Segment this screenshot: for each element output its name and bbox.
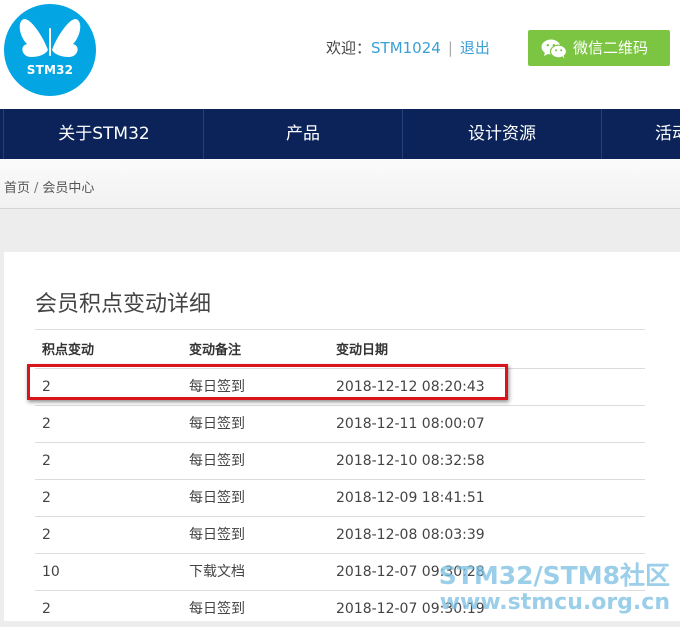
breadcrumb-bar: 首页 / 会员中心 <box>0 159 680 209</box>
breadcrumb-separator: / <box>34 181 39 196</box>
note-cell: 每日签到 <box>189 453 245 469</box>
table-header-row: 积点变动 变动备注 变动日期 <box>35 329 645 368</box>
note-cell: 下载文档 <box>189 564 245 580</box>
table-row: 2 每日签到 2018-12-08 08:03:39 <box>35 516 645 553</box>
watermark-line-1: STM32/STM8社区 <box>438 561 670 590</box>
breadcrumb: 首页 / 会员中心 <box>4 177 94 196</box>
stm32-logo[interactable]: STM32 <box>4 4 96 96</box>
butterfly-logo-icon <box>19 18 81 57</box>
points-cell: 2 <box>42 379 51 395</box>
wechat-qrcode-button[interactable]: 微信二维码 <box>528 30 670 66</box>
wechat-icon <box>541 39 567 59</box>
note-cell: 每日签到 <box>189 601 245 617</box>
table-row: 2 每日签到 2018-12-12 08:20:43 <box>35 368 645 405</box>
points-cell: 2 <box>42 601 51 617</box>
points-cell: 2 <box>42 453 51 469</box>
points-cell: 2 <box>42 527 51 543</box>
column-header-points: 积点变动 <box>42 343 95 358</box>
user-bar: 欢迎：STM1024 | 退出 <box>326 38 490 58</box>
table-row: 2 每日签到 2018-12-11 08:00:07 <box>35 405 645 442</box>
page-title: 会员积点变动详细 <box>35 292 212 317</box>
breadcrumb-current: 会员中心 <box>42 181 95 196</box>
note-cell: 每日签到 <box>189 490 245 506</box>
username-link[interactable]: STM1024 <box>371 39 441 57</box>
main-nav: 关于STM32 产品 设计资源 活动 <box>0 109 680 159</box>
nav-item-about[interactable]: 关于STM32 <box>5 109 204 159</box>
logout-link[interactable]: 退出 <box>460 39 490 57</box>
user-bar-separator: | <box>447 39 453 57</box>
site-watermark: STM32/STM8社区 www.stmcu.org.cn <box>439 562 670 616</box>
breadcrumb-home-link[interactable]: 首页 <box>4 181 30 196</box>
date-cell: 2018-12-11 08:00:07 <box>336 416 485 432</box>
column-header-note: 变动备注 <box>189 343 242 358</box>
wechat-button-label: 微信二维码 <box>573 39 649 57</box>
site-header: STM32 欢迎：STM1024 | 退出 微信二维码 <box>0 0 680 109</box>
watermark-line-2: www.stmcu.org.cn <box>439 590 670 615</box>
nav-item-events[interactable]: 活动 <box>602 109 680 159</box>
points-cell: 10 <box>42 564 60 580</box>
welcome-label: 欢迎： <box>326 39 372 57</box>
points-cell: 2 <box>42 490 51 506</box>
column-header-date: 变动日期 <box>336 343 389 358</box>
nav-divider <box>0 109 4 159</box>
table-row: 2 每日签到 2018-12-10 08:32:58 <box>35 442 645 479</box>
note-cell: 每日签到 <box>189 379 245 395</box>
date-cell: 2018-12-09 18:41:51 <box>336 490 485 506</box>
date-cell: 2018-12-08 08:03:39 <box>336 527 485 543</box>
note-cell: 每日签到 <box>189 527 245 543</box>
nav-item-products[interactable]: 产品 <box>204 109 403 159</box>
logo-text: STM32 <box>26 63 74 77</box>
note-cell: 每日签到 <box>189 416 245 432</box>
date-cell: 2018-12-12 08:20:43 <box>336 379 485 395</box>
nav-item-design-resources[interactable]: 设计资源 <box>403 109 602 159</box>
date-cell: 2018-12-10 08:32:58 <box>336 453 485 469</box>
table-row: 2 每日签到 2018-12-09 18:41:51 <box>35 479 645 516</box>
points-cell: 2 <box>42 416 51 432</box>
